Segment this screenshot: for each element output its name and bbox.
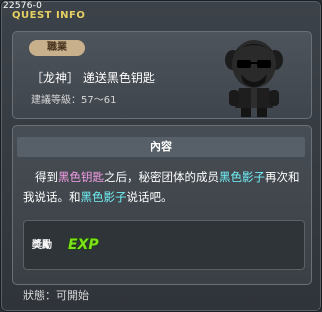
npc-black-shadow: 黑色影子 (80, 190, 127, 204)
npc-portrait (225, 40, 283, 117)
exp-icon-text: EXP (68, 237, 99, 253)
quest-content-panel: 內容 得到黑色钥匙之后，秘密团体的成员黑色影子再次和我说话。和黑色影子说话吧。 … (12, 125, 312, 285)
reward-label: 奬勵 (32, 240, 52, 251)
desc-text: 之后，秘密团体的成员 (104, 170, 219, 184)
desc-text: 得到 (35, 170, 58, 184)
quest-info-window: 22576-0 QUEST INFO 職業 ［龙神］ 递送黑色钥匙 建議等級：5… (0, 0, 322, 312)
desc-text: 说话吧。 (126, 190, 173, 204)
job-badge: 職業 (29, 40, 85, 56)
window-title: QUEST INFO (12, 10, 86, 21)
item-black-key: 黑色钥匙 (58, 170, 104, 184)
exp-icon: EXP (67, 236, 100, 253)
npc-black-shadow: 黑色影子 (219, 170, 265, 184)
recommended-level: 建議等級：57～61 (31, 95, 117, 106)
quest-name: ［龙神］ 递送黑色钥匙 (31, 71, 155, 85)
reward-box: 奬勵 EXP (23, 220, 305, 270)
quest-description: 得到黑色钥匙之后，秘密团体的成员黑色影子再次和我说话。和黑色影子说话吧。 (23, 167, 303, 207)
quest-summary-panel: 職業 ［龙神］ 递送黑色钥匙 建議等級：57～61 (12, 31, 312, 119)
quest-status: 狀態：可開始 (23, 289, 89, 302)
content-header: 內容 (17, 137, 305, 157)
